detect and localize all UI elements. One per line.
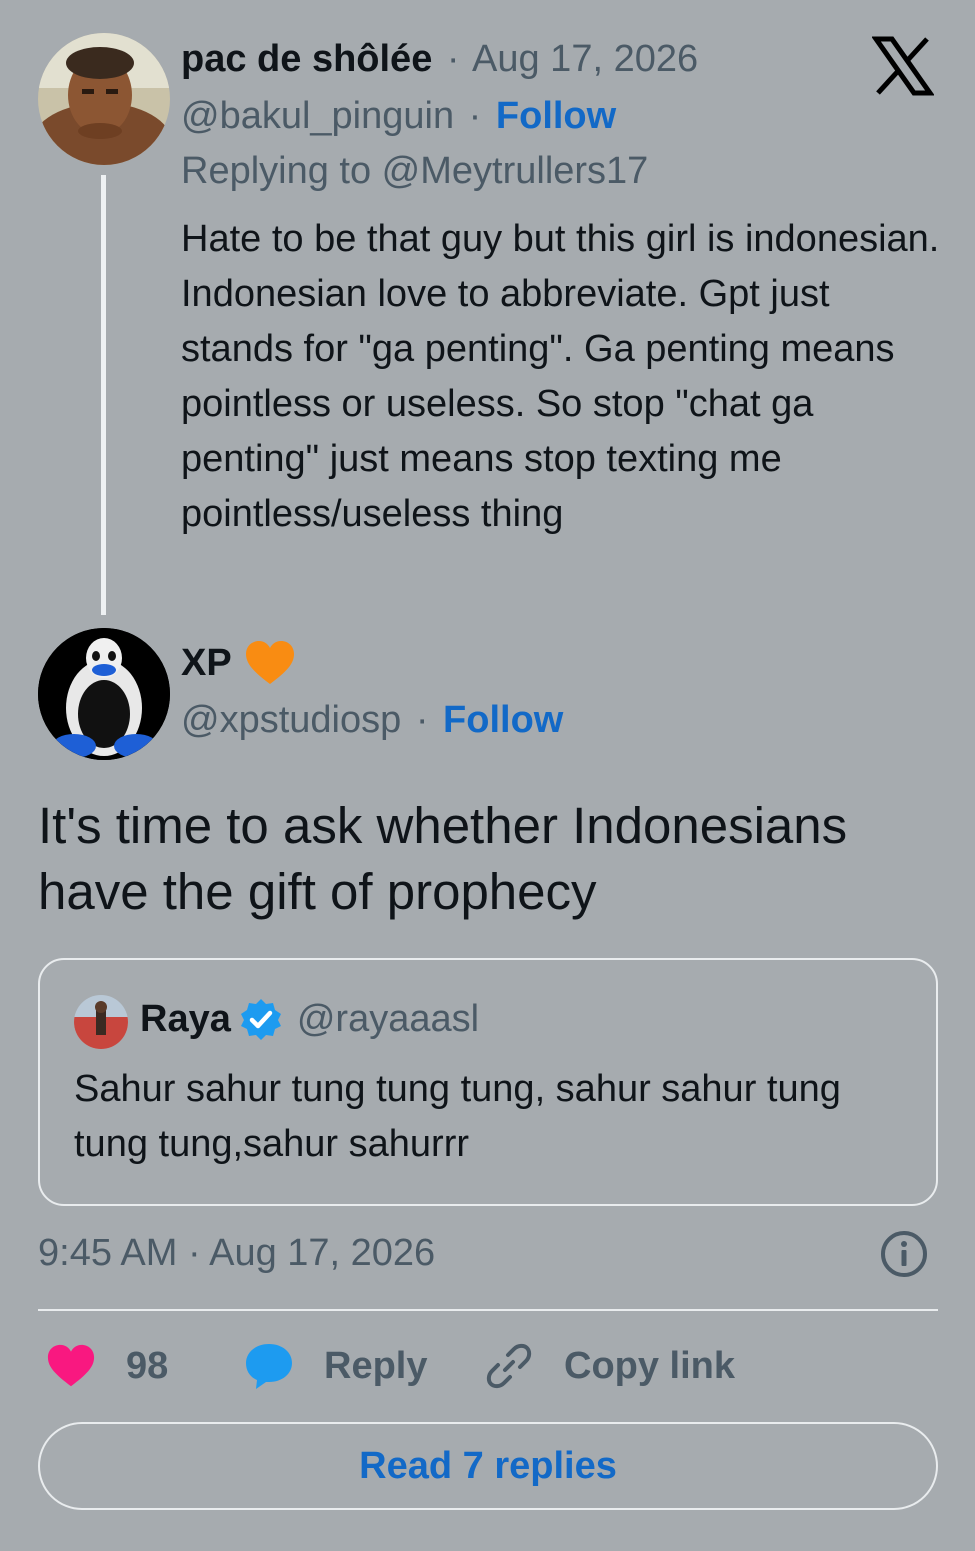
x-logo-icon[interactable] [871,36,935,96]
main-tweet-handle-row: @xpstudiosp · Follow [181,697,563,743]
verified-badge-icon [239,997,283,1041]
author-name[interactable]: XP [181,639,232,687]
reply-tweet-header: pac de shôlée · Aug 17, 2026 [181,36,698,82]
copy-link-label[interactable]: Copy link [564,1345,735,1388]
copy-link-action[interactable]: Copy link [484,1340,735,1392]
follow-button[interactable]: Follow [443,699,563,741]
replying-to[interactable]: Replying to @Meytrullers17 [181,148,648,194]
link-icon[interactable] [484,1341,534,1391]
quoted-tweet[interactable]: Raya @rayaaasl Sahur sahur tung tung tun… [38,958,938,1206]
reply-action[interactable]: Reply [244,1340,427,1392]
avatar [74,995,128,1049]
follow-separator: · [468,95,482,137]
info-icon[interactable] [880,1230,928,1278]
reply-label[interactable]: Reply [324,1345,427,1388]
tweet-timestamp[interactable]: 9:45 AM · Aug 17, 2026 [38,1230,435,1276]
reply-bubble-icon[interactable] [244,1342,294,1390]
orange-heart-icon [244,640,296,686]
quoted-author-name: Raya [140,998,231,1040]
follow-button[interactable]: Follow [496,95,616,137]
quoted-author-handle: @rayaaasl [296,998,480,1040]
reply-tweet-handle-row: @bakul_pinguin · Follow [181,93,616,139]
date-separator: · [446,38,460,80]
reply-tweet-text: Hate to be that guy but this girl is ind… [181,218,940,535]
tweet-date[interactable]: Aug 17, 2026 [472,38,698,80]
avatar[interactable] [38,33,170,165]
quoted-header: Raya @rayaaasl [140,996,479,1042]
follow-separator: · [415,699,429,741]
divider [38,1309,938,1311]
quoted-tweet-text: Sahur sahur tung tung tung, sahur sahur … [74,1068,841,1165]
like-count: 98 [126,1344,169,1387]
read-replies-button[interactable]: Read 7 replies [38,1422,938,1510]
avatar[interactable] [38,628,170,760]
author-handle[interactable]: @bakul_pinguin [181,95,454,137]
heart-icon[interactable] [46,1343,96,1389]
author-name[interactable]: pac de shôlée [181,38,432,80]
author-handle[interactable]: @xpstudiosp [181,699,401,741]
main-tweet-text: It's time to ask whether Indonesians hav… [38,797,848,920]
like-action[interactable]: 98 [46,1340,168,1392]
thread-line [101,175,106,615]
main-tweet-header: XP [181,639,296,687]
read-replies-label: Read 7 replies [359,1444,617,1487]
